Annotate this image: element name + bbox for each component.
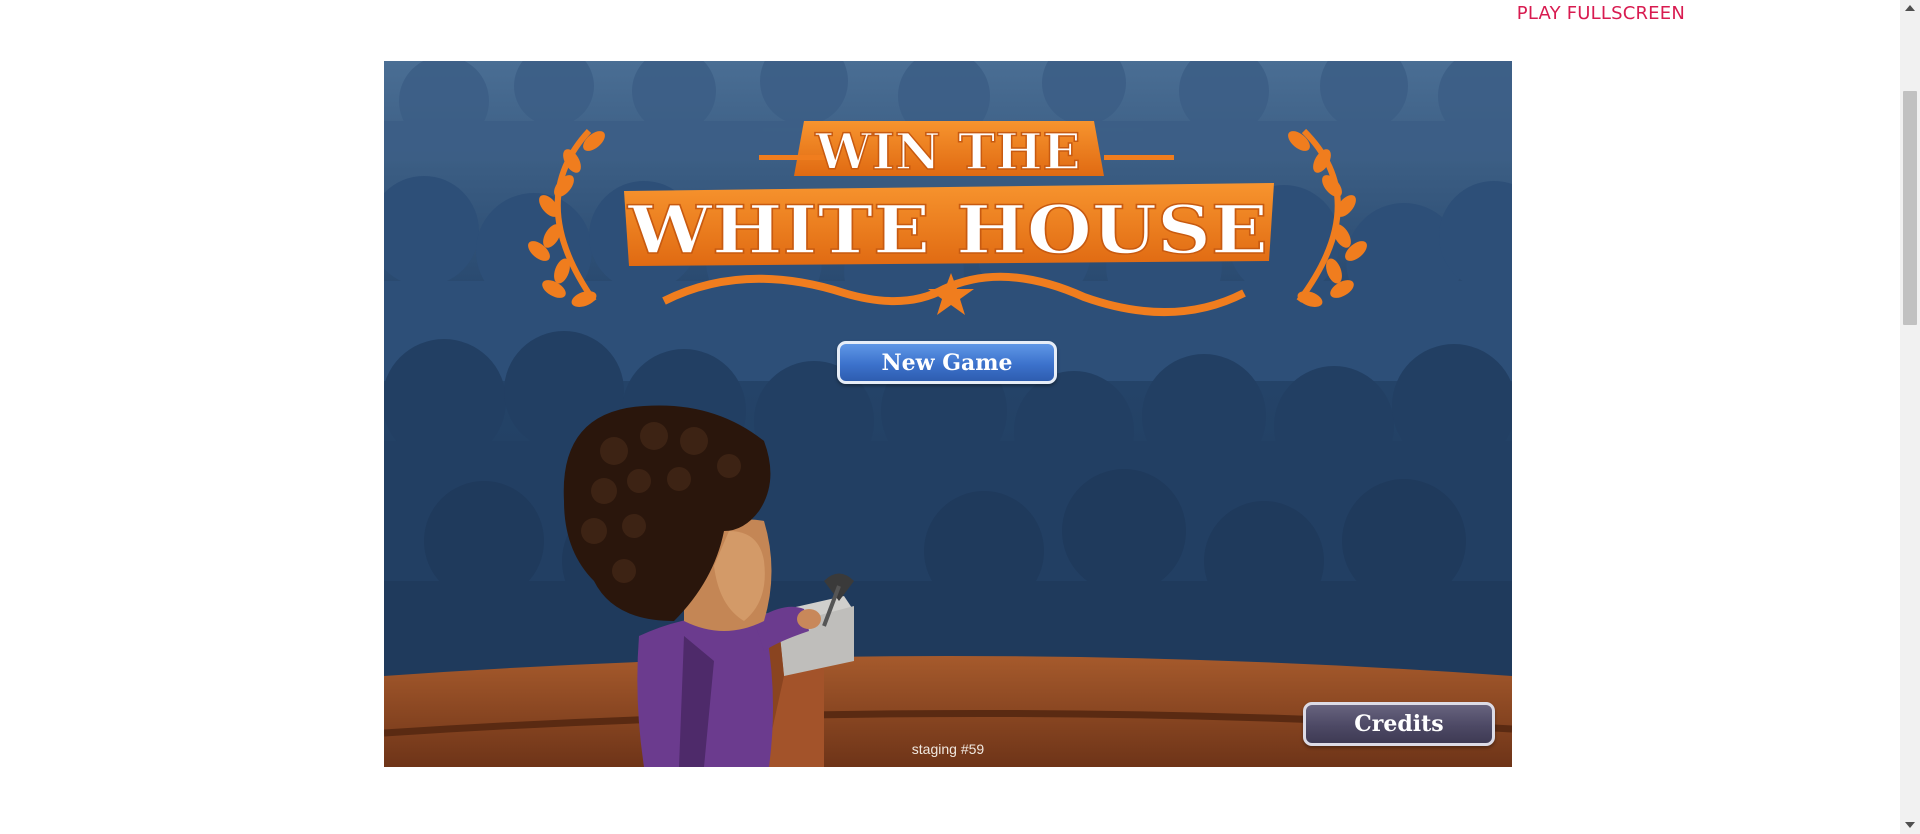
- scrollbar-thumb[interactable]: [1903, 91, 1917, 325]
- new-game-button[interactable]: New Game: [837, 341, 1057, 384]
- logo-title-line1: WIN THE: [814, 122, 1080, 181]
- game-scene: WIN THE WHITE HOUSE: [384, 61, 1512, 767]
- credits-button[interactable]: Credits: [1303, 702, 1495, 746]
- scroll-down-arrow-icon[interactable]: [1905, 822, 1915, 828]
- logo-line-right: [1104, 155, 1174, 160]
- game-canvas[interactable]: WIN THE WHITE HOUSE New Game Credits sta…: [384, 61, 1512, 767]
- scroll-up-arrow-icon[interactable]: [1905, 5, 1915, 11]
- build-version-label: staging #59: [911, 741, 985, 757]
- play-fullscreen-link[interactable]: PLAY FULLSCREEN: [1517, 3, 1685, 24]
- page: PLAY FULLSCREEN WIN THE WHITE HOUSE New …: [0, 0, 1900, 834]
- vertical-scrollbar[interactable]: [1900, 0, 1920, 834]
- logo-title-line2: WHITE HOUSE: [627, 191, 1268, 269]
